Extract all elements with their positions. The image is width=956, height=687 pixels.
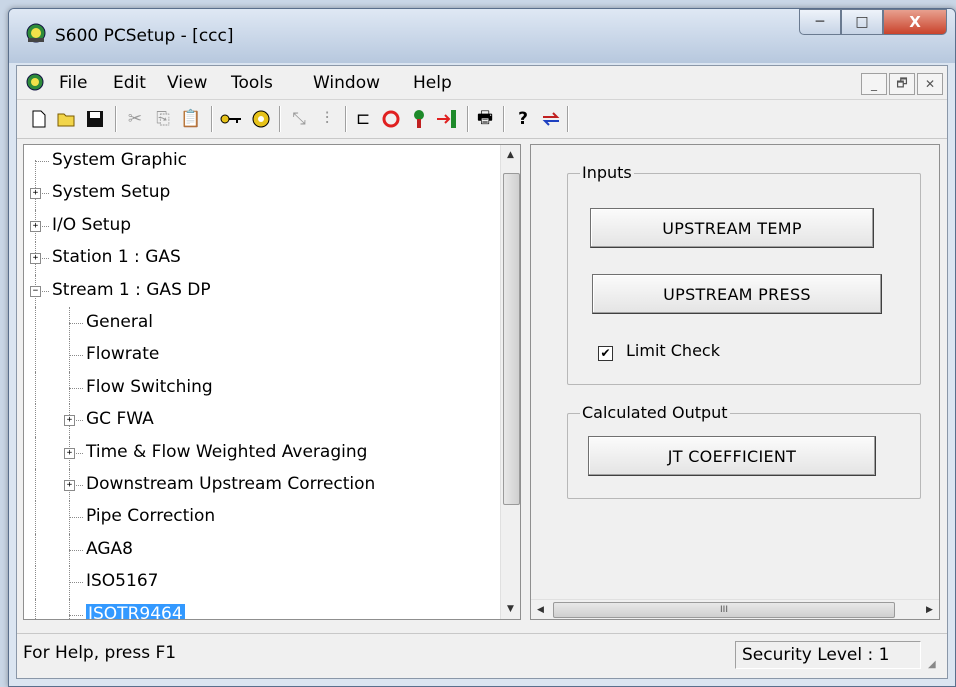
calculated-output-group: Calculated Output JT COEFFICIENT <box>567 403 921 499</box>
tree-item[interactable]: ISOTR9464 <box>86 599 185 619</box>
tree-expander-icon[interactable]: + <box>64 447 75 459</box>
paste-icon[interactable]: 📋 <box>179 107 203 131</box>
sliders-icon[interactable]: ⫶ <box>315 107 339 131</box>
mdi-restore-button[interactable]: 🗗 <box>889 73 915 95</box>
new-icon[interactable] <box>27 107 51 131</box>
pin-icon[interactable] <box>407 107 431 131</box>
tree-vertical-scrollbar[interactable]: ▲ ▼ <box>500 145 520 619</box>
open-icon[interactable] <box>55 107 79 131</box>
inputs-group: Inputs UPSTREAM TEMP UPSTREAM PRESS ✔ Li… <box>567 163 921 385</box>
detail-pane: Inputs UPSTREAM TEMP UPSTREAM PRESS ✔ Li… <box>530 144 940 620</box>
tree-expander-icon[interactable]: + <box>30 253 41 265</box>
tree-item-label: Pipe Correction <box>86 506 216 527</box>
security-level-indicator: Security Level : 1 <box>735 641 921 669</box>
cut-icon[interactable]: ✂ <box>123 107 147 131</box>
scroll-down-icon[interactable]: ▼ <box>501 599 520 619</box>
tree-expander-icon[interactable]: + <box>64 480 75 491</box>
key-ring-icon[interactable] <box>249 107 273 131</box>
tree-item-label: GC FWA <box>86 409 154 430</box>
tree-expander-icon[interactable]: + <box>30 188 41 200</box>
key-icon[interactable] <box>219 107 243 131</box>
limit-check-label: Limit Check <box>626 341 720 360</box>
tree-item[interactable]: Station 1 : GAS <box>52 242 181 272</box>
menu-edit[interactable]: Edit <box>113 73 146 93</box>
menu-bar: File Edit View Tools Window Help _ 🗗 ✕ <box>17 66 947 100</box>
wand-icon[interactable]: ⤡ <box>287 107 311 131</box>
scroll-left-icon[interactable]: ◀ <box>531 600 550 619</box>
menu-file[interactable]: File <box>59 73 87 93</box>
tree-item[interactable]: Pipe Correction <box>86 501 215 531</box>
tree-expander-icon[interactable]: − <box>30 285 41 297</box>
tree-item[interactable]: Downstream Upstream Correction <box>86 469 375 499</box>
detail-scroll-thumb[interactable]: III <box>553 602 895 618</box>
tree-item-label: Flowrate <box>86 344 160 365</box>
help-icon[interactable]: ? <box>511 107 535 131</box>
tree-item[interactable]: Time & Flow Weighted Averaging <box>86 437 367 467</box>
tree-item[interactable]: System Setup <box>52 177 170 207</box>
document-icon[interactable] <box>25 72 45 92</box>
tree-item[interactable]: GC FWA <box>86 404 154 434</box>
save-icon[interactable] <box>83 107 107 131</box>
tree-item-label: Station 1 : GAS <box>52 247 181 268</box>
tree-view[interactable]: System Graphic + System Setup + I/O Setup + St… <box>23 144 521 620</box>
tree-item-label: ISOTR9464 <box>86 603 185 619</box>
close-button[interactable]: X <box>883 9 947 35</box>
plug-icon[interactable]: ⊏ <box>351 107 375 131</box>
tree-item[interactable]: AGA8 <box>86 534 133 564</box>
transfer-icon[interactable] <box>435 107 459 131</box>
menu-help[interactable]: Help <box>413 73 452 93</box>
tree-item-label: ISO5167 <box>86 571 159 592</box>
tree-item-label: I/O Setup <box>52 214 132 235</box>
menu-view[interactable]: View <box>167 73 207 93</box>
tree-item-label: Flow Switching <box>86 376 213 397</box>
tree-item[interactable]: System Graphic <box>52 145 187 175</box>
circle-icon[interactable] <box>379 107 403 131</box>
maximize-button[interactable]: □ <box>841 9 883 35</box>
tree-item[interactable]: Stream 1 : GAS DP <box>52 275 211 305</box>
title-bar[interactable]: S600 PCSetup - [ccc] ─ □ X <box>9 9 955 63</box>
tree-item-label: General <box>86 312 153 332</box>
tree-item-label: Stream 1 : GAS DP <box>52 279 211 300</box>
tree-expander-icon[interactable]: + <box>30 220 41 232</box>
app-window: S600 PCSetup - [ccc] ─ □ X File Edit Vie… <box>8 8 956 687</box>
print-icon[interactable]: 🖶 <box>473 107 497 131</box>
tree-item[interactable]: I/O Setup <box>52 210 131 240</box>
detail-horizontal-scrollbar[interactable]: ◀ III ▶ <box>531 599 939 619</box>
minimize-button[interactable]: ─ <box>799 9 841 35</box>
scroll-up-icon[interactable]: ▲ <box>501 145 520 165</box>
tree-item[interactable]: General <box>86 307 153 337</box>
scroll-right-icon[interactable]: ▶ <box>920 600 939 619</box>
toolbar: ✂ ⎘ 📋 ⤡ ⫶ ⊏ 🖶 ? <box>17 100 947 139</box>
tree-scroll-thumb[interactable] <box>503 173 520 505</box>
status-bar: For Help, press F1 Security Level : 1 ◢ <box>17 633 947 678</box>
mdi-client: File Edit View Tools Window Help _ 🗗 ✕ ✂… <box>16 65 948 679</box>
menu-window[interactable]: Window <box>313 73 380 93</box>
calculated-output-label: Calculated Output <box>580 403 730 422</box>
tree-item-label: System Graphic <box>52 150 188 170</box>
resize-grip-icon[interactable]: ◢ <box>928 659 944 675</box>
swap-icon[interactable] <box>539 107 563 131</box>
tree-item[interactable]: Flowrate <box>86 339 159 369</box>
tree-item-label: AGA8 <box>86 538 133 559</box>
tree-item-label: Time & Flow Weighted Averaging <box>86 441 368 462</box>
jt-coefficient-button[interactable]: JT COEFFICIENT <box>588 436 876 476</box>
limit-check-checkbox[interactable]: ✔ <box>598 346 613 361</box>
inputs-group-label: Inputs <box>580 163 634 182</box>
mdi-close-button[interactable]: ✕ <box>917 73 943 95</box>
app-icon <box>26 23 46 43</box>
tree-item-label: System Setup <box>52 182 171 203</box>
tree-item[interactable]: ISO5167 <box>86 566 158 596</box>
window-title: S600 PCSetup - [ccc] <box>55 26 234 46</box>
status-help-text: For Help, press F1 <box>23 643 177 663</box>
upstream-temp-button[interactable]: UPSTREAM TEMP <box>590 208 874 248</box>
tree-item[interactable]: Flow Switching <box>86 372 213 402</box>
mdi-minimize-button[interactable]: _ <box>861 73 887 95</box>
menu-tools[interactable]: Tools <box>231 73 273 93</box>
copy-icon[interactable]: ⎘ <box>151 107 175 131</box>
tree-expander-icon[interactable]: + <box>64 415 75 427</box>
upstream-press-button[interactable]: UPSTREAM PRESS <box>592 274 882 314</box>
tree-item-label: Downstream Upstream Correction <box>86 474 376 494</box>
